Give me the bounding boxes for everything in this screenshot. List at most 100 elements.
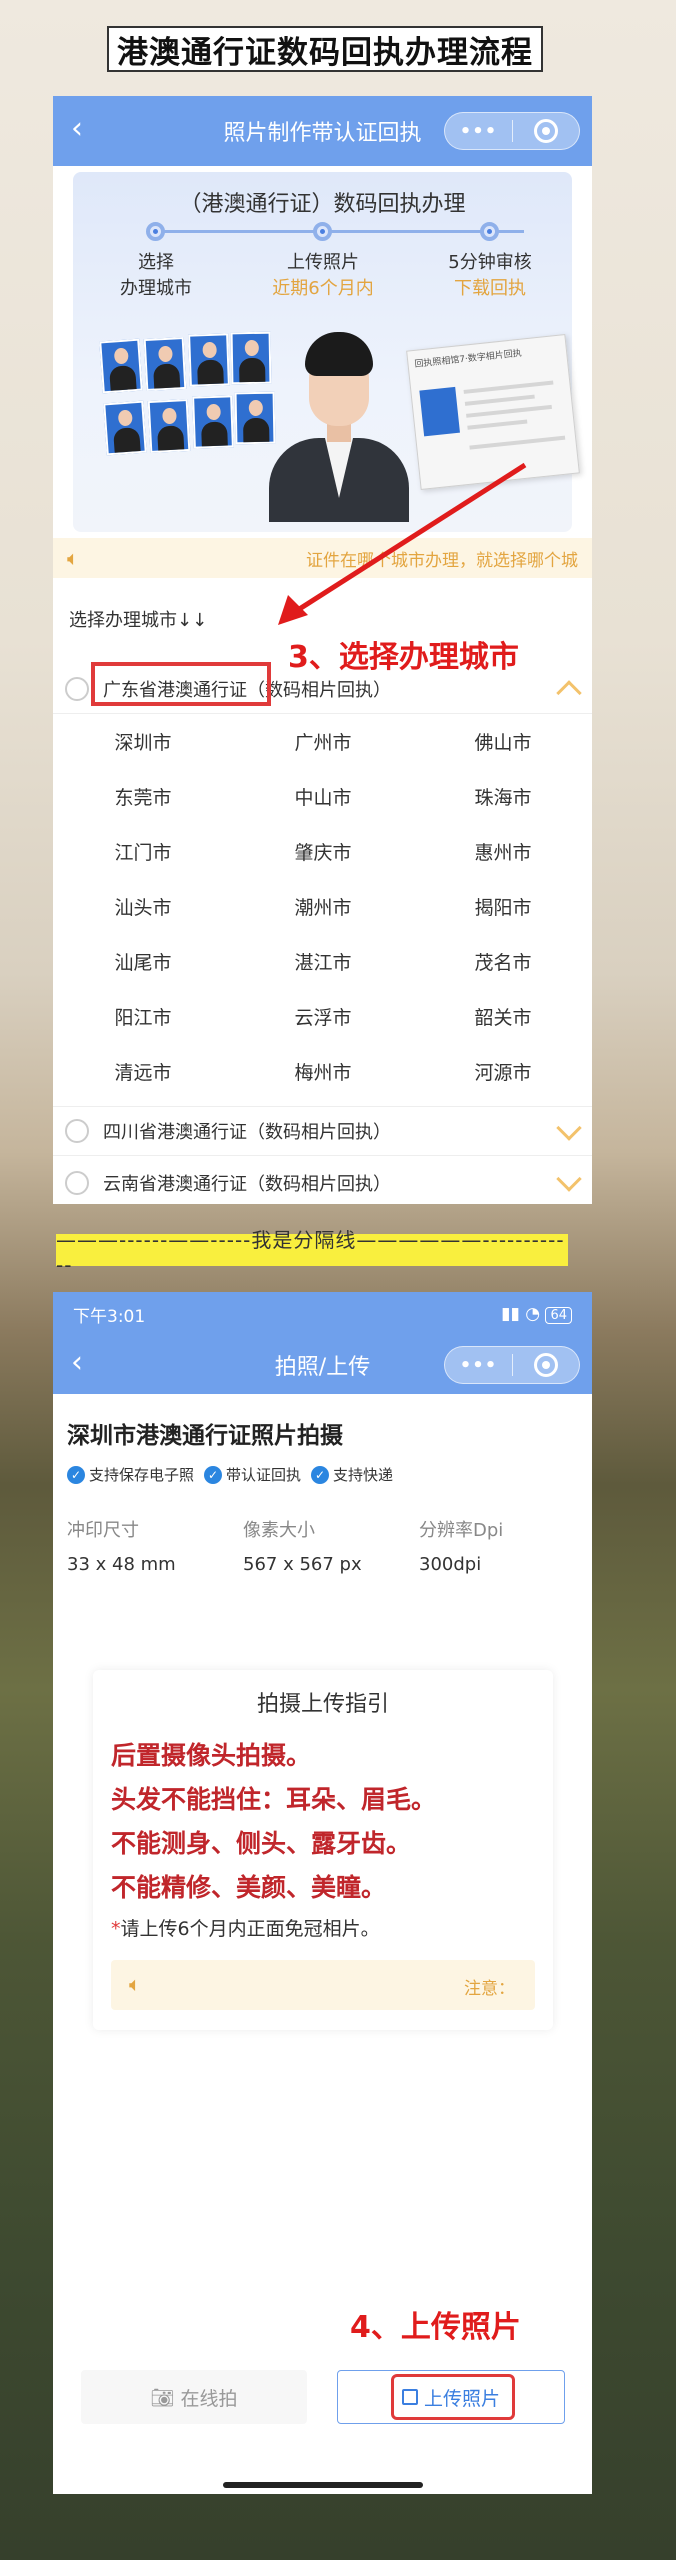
feature-tag: ✓ 带认证回执 bbox=[204, 1464, 301, 1485]
city-shanwei[interactable]: 汕尾市 bbox=[53, 948, 233, 975]
city-heyuan[interactable]: 河源市 bbox=[413, 1058, 592, 1085]
radio-unchecked-icon bbox=[65, 1119, 89, 1143]
flow-title: （港澳通行证）数码回执办理 bbox=[179, 192, 466, 217]
battery-icon: 64 bbox=[545, 1307, 572, 1324]
chevron-up-icon bbox=[556, 680, 582, 706]
check-icon: ✓ bbox=[67, 1465, 85, 1484]
required-star: * bbox=[111, 1918, 121, 1940]
city-huizhou[interactable]: 惠州市 bbox=[413, 838, 592, 865]
guide-notice-bar: 🔈︎ 注意： bbox=[111, 1960, 535, 2010]
status-bar: 下午3:01 ▮▮ ◔ 64 bbox=[53, 1292, 592, 1336]
close-target-icon[interactable] bbox=[513, 1353, 579, 1377]
spec-value-pixel-size: 567 x 567 px bbox=[243, 1554, 362, 1575]
step-1: 选择 办理城市 bbox=[81, 250, 231, 302]
step-1-title: 选择 bbox=[138, 252, 174, 273]
select-city-label: 选择办理城市↓↓ bbox=[69, 610, 208, 631]
nav-bar: ‹ 照片制作带认证回执 ••• bbox=[53, 96, 592, 166]
city-maoming[interactable]: 茂名市 bbox=[413, 948, 592, 975]
nav-title: 照片制作带认证回执 bbox=[223, 121, 422, 146]
step-3-title: 5分钟审核 bbox=[448, 252, 532, 273]
nav-title: 拍照/上传 bbox=[274, 1355, 371, 1380]
section-divider: ———------——-----我是分隔线——————------------ bbox=[56, 1228, 568, 1277]
city-yangjiang[interactable]: 阳江市 bbox=[53, 1003, 233, 1030]
online-camera-button[interactable]: 📷︎ 在线拍 bbox=[81, 2370, 307, 2424]
city-jiangmen[interactable]: 江门市 bbox=[53, 838, 233, 865]
speaker-icon: 🔈︎ bbox=[129, 1972, 141, 1996]
city-meizhou[interactable]: 梅州市 bbox=[233, 1058, 413, 1085]
city-shaoguan[interactable]: 韶关市 bbox=[413, 1003, 592, 1030]
city-dongguan[interactable]: 东莞市 bbox=[53, 783, 233, 810]
feature-tags: ✓ 支持保存电子照 ✓ 带认证回执 ✓ 支持快递 bbox=[67, 1464, 393, 1485]
feature-tag: ✓ 支持快递 bbox=[311, 1464, 393, 1485]
guide-rule: 头发不能挡住：耳朵、眉毛。 bbox=[111, 1785, 437, 1814]
step-dot-1 bbox=[146, 222, 165, 241]
guide-notice-text: 注意： bbox=[464, 1979, 515, 1999]
tag-label: 支持保存电子照 bbox=[89, 1466, 195, 1484]
mini-program-capsule: ••• bbox=[444, 1346, 580, 1384]
radio-unchecked-icon bbox=[65, 1170, 89, 1195]
city-zhaoqing[interactable]: 肇庆市 bbox=[233, 838, 413, 865]
step-2-title: 上传照片 bbox=[287, 252, 359, 273]
feature-tag: ✓ 支持保存电子照 bbox=[67, 1464, 194, 1485]
status-time: 下午3:01 bbox=[73, 1306, 146, 1327]
step-dot-3 bbox=[480, 222, 499, 241]
spec-label-print-size: 冲印尺寸 bbox=[67, 1520, 139, 1541]
province-yunnan[interactable]: 云南省港澳通行证（数码相片回执） bbox=[53, 1158, 592, 1204]
camera-icon: 📷︎ bbox=[150, 2386, 175, 2409]
step-3: 5分钟审核 下载回执 bbox=[415, 250, 565, 302]
sample-photo bbox=[192, 395, 234, 449]
back-button[interactable]: ‹ bbox=[71, 1348, 83, 1378]
sample-photo bbox=[230, 331, 272, 385]
annotation-step-3: 3、选择办理城市 bbox=[288, 640, 519, 675]
guide-rule: 不能精修、美颜、美瞳。 bbox=[111, 1873, 387, 1902]
city-shantou[interactable]: 汕头市 bbox=[53, 893, 233, 920]
province-name: 四川省港澳通行证（数码相片回执） bbox=[103, 1122, 391, 1143]
page-title: 深圳市港澳通行证照片拍摄 bbox=[67, 1423, 343, 1449]
sample-photo bbox=[143, 336, 187, 392]
city-qingyuan[interactable]: 清远市 bbox=[53, 1058, 233, 1085]
step-2-sub: 近期6个月内 bbox=[272, 278, 374, 299]
back-button[interactable]: ‹ bbox=[71, 114, 83, 144]
camera-button-label: 在线拍 bbox=[180, 2387, 238, 2410]
city-guangzhou[interactable]: 广州市 bbox=[233, 728, 413, 755]
sample-photo bbox=[99, 338, 143, 394]
guide-rule: 不能测身、侧头、露牙齿。 bbox=[111, 1829, 412, 1858]
speaker-icon: 🔈︎ bbox=[67, 546, 79, 570]
step-1-sub: 办理城市 bbox=[120, 278, 192, 299]
chevron-down-icon bbox=[556, 1166, 582, 1192]
city-zhuhai[interactable]: 珠海市 bbox=[413, 783, 592, 810]
tag-label: 带认证回执 bbox=[226, 1466, 302, 1484]
sample-photo bbox=[188, 333, 230, 387]
radio-unchecked-icon bbox=[65, 676, 89, 701]
guide-rule: 后置摄像头拍摄。 bbox=[111, 1741, 312, 1770]
spec-value-print-size: 33 x 48 mm bbox=[67, 1554, 176, 1575]
spec-label-pixel-size: 像素大小 bbox=[243, 1520, 315, 1541]
guide-title: 拍摄上传指引 bbox=[256, 1692, 389, 1717]
city-foshan[interactable]: 佛山市 bbox=[413, 728, 592, 755]
check-icon: ✓ bbox=[311, 1465, 330, 1484]
highlight-box-province bbox=[91, 662, 271, 706]
annotation-step-4: 4、上传照片 bbox=[350, 2310, 521, 2345]
upload-guide-card: 拍摄上传指引 后置摄像头拍摄。 头发不能挡住：耳朵、眉毛。 不能测身、侧头、露牙… bbox=[93, 1670, 553, 2030]
sample-photo bbox=[103, 400, 147, 456]
chevron-down-icon bbox=[556, 1115, 582, 1141]
city-zhanjiang[interactable]: 湛江市 bbox=[233, 948, 413, 975]
step-3-sub: 下载回执 bbox=[454, 278, 526, 299]
city-jieyang[interactable]: 揭阳市 bbox=[413, 893, 592, 920]
mini-program-capsule: ••• bbox=[444, 112, 580, 150]
city-shenzhen[interactable]: 深圳市 bbox=[53, 728, 233, 755]
check-icon: ✓ bbox=[204, 1465, 223, 1484]
province-sichuan[interactable]: 四川省港澳通行证（数码相片回执） bbox=[53, 1106, 592, 1156]
city-zhongshan[interactable]: 中山市 bbox=[233, 783, 413, 810]
city-yunfu[interactable]: 云浮市 bbox=[233, 1003, 413, 1030]
step-dot-2 bbox=[313, 222, 332, 241]
guide-note-text: 请上传6个月内正面免冠相片。 bbox=[120, 1918, 380, 1940]
close-target-icon[interactable] bbox=[513, 119, 579, 143]
city-chaozhou[interactable]: 潮州市 bbox=[233, 893, 413, 920]
spec-value-dpi: 300dpi bbox=[419, 1554, 482, 1575]
receipt-title: 回执照相馆7·数字相片回执 bbox=[414, 348, 523, 370]
more-icon[interactable]: ••• bbox=[445, 1355, 512, 1376]
sample-photo bbox=[147, 398, 191, 454]
status-icons: ▮▮ ◔ 64 bbox=[501, 1304, 572, 1324]
more-icon[interactable]: ••• bbox=[445, 121, 512, 142]
